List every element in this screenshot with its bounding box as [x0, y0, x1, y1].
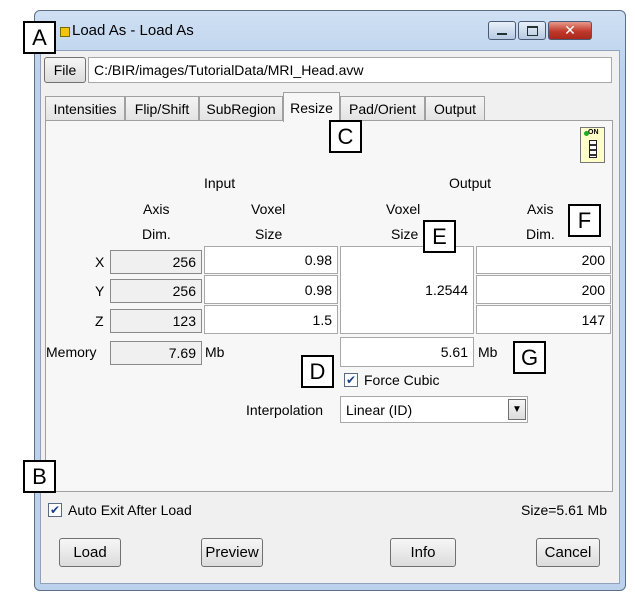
input-voxel-z-field[interactable]: 1.5	[204, 305, 338, 334]
load-button[interactable]: Load	[59, 538, 121, 567]
input-voxel-y-field[interactable]: 0.98	[204, 275, 338, 304]
callout-f: F	[568, 204, 601, 237]
tab-output[interactable]: Output	[425, 96, 485, 120]
output-header: Output	[449, 175, 492, 191]
close-button[interactable]: ✕	[548, 21, 592, 40]
input-dim-z: 123	[110, 309, 202, 333]
output-axis-label: Axis	[527, 201, 554, 217]
checkmark-icon: ✔	[49, 503, 61, 517]
close-icon: ✕	[564, 22, 576, 38]
tab-subregion[interactable]: SubRegion	[199, 96, 283, 120]
cancel-button[interactable]: Cancel	[536, 538, 600, 567]
on-label: ON	[588, 129, 599, 136]
on-toggle-button[interactable]: ON	[580, 127, 605, 163]
input-size-label: Size	[255, 226, 283, 242]
output-dim-label: Dim.	[526, 226, 555, 242]
interpolation-label: Interpolation	[246, 402, 324, 418]
input-header: Input	[204, 175, 236, 191]
interpolation-dropdown-button[interactable]: ▼	[508, 399, 526, 420]
callout-d: D	[301, 355, 334, 388]
switch-icon	[589, 140, 597, 158]
output-size-label: Size	[391, 226, 419, 242]
axis-x-label: X	[95, 254, 105, 270]
input-voxel-x-field[interactable]: 0.98	[204, 246, 338, 274]
tab-resize[interactable]: Resize	[283, 92, 340, 122]
input-axis-label: Axis	[143, 201, 170, 217]
memory-output-unit: Mb	[478, 344, 498, 360]
tab-pad-orient[interactable]: Pad/Orient	[340, 96, 425, 120]
memory-output-value: 5.61	[340, 337, 474, 367]
memory-label: Memory	[46, 344, 97, 360]
callout-e: E	[423, 220, 456, 253]
input-dim-x: 256	[110, 250, 202, 274]
interpolation-select[interactable]: Linear (ID)	[340, 396, 528, 423]
callout-c: C	[329, 120, 362, 153]
maximize-button[interactable]	[518, 21, 546, 40]
app-icon	[60, 27, 70, 37]
auto-exit-label: Auto Exit After Load	[68, 502, 192, 518]
file-button[interactable]: File	[44, 57, 86, 83]
axis-z-label: Z	[95, 313, 104, 329]
on-led-icon	[584, 131, 589, 136]
maximize-icon	[526, 25, 538, 36]
chevron-down-icon: ▼	[512, 404, 522, 415]
info-button[interactable]: Info	[390, 538, 456, 567]
total-size-text: Size=5.61 Mb	[521, 502, 607, 518]
window-title: Load As - Load As	[72, 22, 194, 39]
input-voxel-label: Voxel	[251, 201, 286, 217]
memory-input-unit: Mb	[205, 344, 225, 360]
auto-exit-checkbox[interactable]: ✔	[48, 503, 62, 517]
checkmark-icon: ✔	[345, 373, 357, 387]
output-dim-y-field[interactable]: 200	[476, 275, 611, 304]
force-cubic-label: Force Cubic	[364, 372, 440, 388]
callout-a: A	[23, 21, 56, 54]
output-dim-z-field[interactable]: 147	[476, 305, 611, 334]
input-dim-y: 256	[110, 279, 202, 303]
file-path-field[interactable]: C:/BIR/images/TutorialData/MRI_Head.avw	[88, 57, 612, 83]
axis-y-label: Y	[95, 283, 105, 299]
output-dim-x-field[interactable]: 200	[476, 246, 611, 274]
callout-b: B	[23, 460, 56, 493]
tab-intensities[interactable]: Intensities	[45, 96, 125, 120]
input-dim-label: Dim.	[142, 226, 171, 242]
preview-button[interactable]: Preview	[201, 538, 263, 567]
callout-g: G	[513, 341, 546, 374]
output-voxel-field[interactable]: 1.2544	[340, 246, 474, 334]
output-voxel-label: Voxel	[386, 201, 421, 217]
minimize-icon	[497, 32, 507, 35]
minimize-button[interactable]	[488, 21, 516, 40]
force-cubic-checkbox[interactable]: ✔	[344, 373, 358, 387]
tab-flip-shift[interactable]: Flip/Shift	[125, 96, 199, 120]
memory-input-value: 7.69	[110, 341, 202, 365]
interpolation-value: Linear (ID)	[346, 401, 413, 418]
